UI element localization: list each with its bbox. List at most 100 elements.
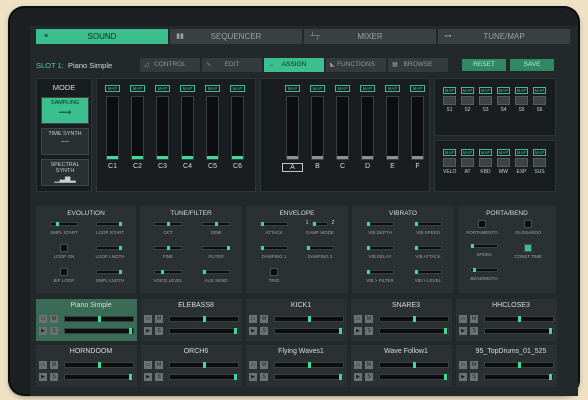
map-button[interactable]: MAP <box>497 87 510 94</box>
play-icon[interactable]: ▶ <box>354 373 362 381</box>
slot-volume-slider[interactable] <box>169 328 239 334</box>
slot-volume-slider[interactable] <box>274 328 344 334</box>
slot-volume-handle[interactable] <box>129 328 132 334</box>
slot-pan-slider[interactable] <box>64 316 134 322</box>
folder-icon[interactable]: ▭ <box>459 361 467 369</box>
slot-pan-handle[interactable] <box>518 316 521 322</box>
speed-slider[interactable] <box>470 244 498 248</box>
fader-handle[interactable] <box>207 156 218 159</box>
subtab-assign[interactable]: → ASSIGN <box>264 58 324 72</box>
sample-slot[interactable]: HHCLOSE3 ▭ ▶ M S <box>456 299 557 341</box>
damping1-handle[interactable] <box>261 246 264 250</box>
vib-level-handle[interactable] <box>415 270 418 274</box>
slot-pan-handle[interactable] <box>413 316 416 322</box>
vib-filter-slider[interactable] <box>366 270 394 274</box>
slot-volume-slider[interactable] <box>379 328 449 334</box>
vib-delay-slider[interactable] <box>366 246 394 250</box>
send-toggle[interactable] <box>461 96 474 105</box>
damp-mode-handle[interactable] <box>313 222 316 226</box>
fader-handle[interactable] <box>157 156 168 159</box>
map-button[interactable]: MAP <box>155 85 170 92</box>
mute-button[interactable]: M <box>50 315 58 323</box>
map-button[interactable]: MAP <box>180 85 195 92</box>
map-button[interactable]: MAP <box>360 85 375 92</box>
mute-button[interactable]: M <box>470 361 478 369</box>
fine-handle[interactable] <box>167 246 170 250</box>
fader-track[interactable] <box>156 96 169 160</box>
fader-handle[interactable] <box>387 156 398 159</box>
map-button[interactable]: MAP <box>385 85 400 92</box>
bf-loop-checkbox[interactable] <box>60 268 68 276</box>
folder-icon[interactable]: ▭ <box>39 361 47 369</box>
smpl-start-handle[interactable] <box>56 222 59 226</box>
map-button[interactable]: MAP <box>533 87 546 94</box>
map-button[interactable]: MAP <box>497 149 510 156</box>
send-toggle[interactable] <box>497 96 510 105</box>
slot-pan-slider[interactable] <box>274 362 344 368</box>
damping1-slider[interactable] <box>260 246 288 250</box>
tab-sequencer[interactable]: ▮▮ SEQUENCER <box>170 29 302 44</box>
map-button[interactable]: MAP <box>130 85 145 92</box>
map-button[interactable]: MAP <box>533 149 546 156</box>
mute-button[interactable]: M <box>260 361 268 369</box>
portamento-checkbox[interactable] <box>478 220 486 228</box>
slot-volume-handle[interactable] <box>339 374 342 380</box>
fader-track[interactable] <box>386 96 399 160</box>
controller-toggle[interactable] <box>479 158 492 167</box>
speed-handle[interactable] <box>471 244 474 248</box>
slot-pan-slider[interactable] <box>379 316 449 322</box>
loop-start-handle[interactable] <box>119 222 122 226</box>
smpl-start-slider[interactable] <box>50 222 78 226</box>
map-button[interactable]: MAP <box>285 85 300 92</box>
slot-volume-handle[interactable] <box>444 328 447 334</box>
save-button[interactable]: SAVE <box>510 59 554 71</box>
slot-pan-handle[interactable] <box>98 362 101 368</box>
slot-volume-handle[interactable] <box>549 328 552 334</box>
map-button[interactable]: MAP <box>479 149 492 156</box>
fader-label[interactable]: A <box>282 163 303 172</box>
semi-slider[interactable] <box>202 222 230 226</box>
folder-icon[interactable]: ▭ <box>144 361 152 369</box>
slot-pan-slider[interactable] <box>379 362 449 368</box>
aux-send-slider[interactable] <box>202 270 230 274</box>
fader-handle[interactable] <box>287 156 298 159</box>
controller-toggle[interactable] <box>461 158 474 167</box>
aux-send-handle[interactable] <box>203 270 206 274</box>
filter-handle[interactable] <box>227 246 230 250</box>
solo-button[interactable]: S <box>155 373 163 381</box>
slot-pan-slider[interactable] <box>484 362 554 368</box>
fader-handle[interactable] <box>232 156 243 159</box>
fader-track[interactable] <box>206 96 219 160</box>
solo-button[interactable]: S <box>260 327 268 335</box>
attack-handle[interactable] <box>261 222 264 226</box>
const-time-checkbox[interactable] <box>524 244 532 252</box>
slot-pan-handle[interactable] <box>203 316 206 322</box>
send-toggle[interactable] <box>479 96 492 105</box>
play-icon[interactable]: ▶ <box>39 327 47 335</box>
vib-level-slider[interactable] <box>414 270 442 274</box>
slot-pan-slider[interactable] <box>169 316 239 322</box>
smpl-length-slider[interactable] <box>96 270 124 274</box>
controller-toggle[interactable] <box>515 158 528 167</box>
slot-volume-slider[interactable] <box>484 374 554 380</box>
mute-button[interactable]: M <box>155 315 163 323</box>
tab-tune-map[interactable]: ⊶ TUNE/MAP <box>438 29 570 44</box>
semi-handle[interactable] <box>215 222 218 226</box>
slot-pan-handle[interactable] <box>413 362 416 368</box>
vib-filter-handle[interactable] <box>367 270 370 274</box>
map-button[interactable]: MAP <box>479 87 492 94</box>
fader-track[interactable] <box>231 96 244 160</box>
fader-track[interactable] <box>286 96 299 160</box>
play-icon[interactable]: ▶ <box>39 373 47 381</box>
map-button[interactable]: MAP <box>461 149 474 156</box>
play-icon[interactable]: ▶ <box>354 327 362 335</box>
voice-level-slider[interactable] <box>154 270 182 274</box>
slot-pan-handle[interactable] <box>203 362 206 368</box>
map-button[interactable]: MAP <box>310 85 325 92</box>
damping2-handle[interactable] <box>307 246 310 250</box>
mode-sampling-button[interactable]: SAMPLING ⟿ <box>41 97 89 124</box>
folder-icon[interactable]: ▭ <box>459 315 467 323</box>
loop-start-slider[interactable] <box>96 222 124 226</box>
slot-pan-handle[interactable] <box>308 316 311 322</box>
fader-track[interactable] <box>106 96 119 160</box>
